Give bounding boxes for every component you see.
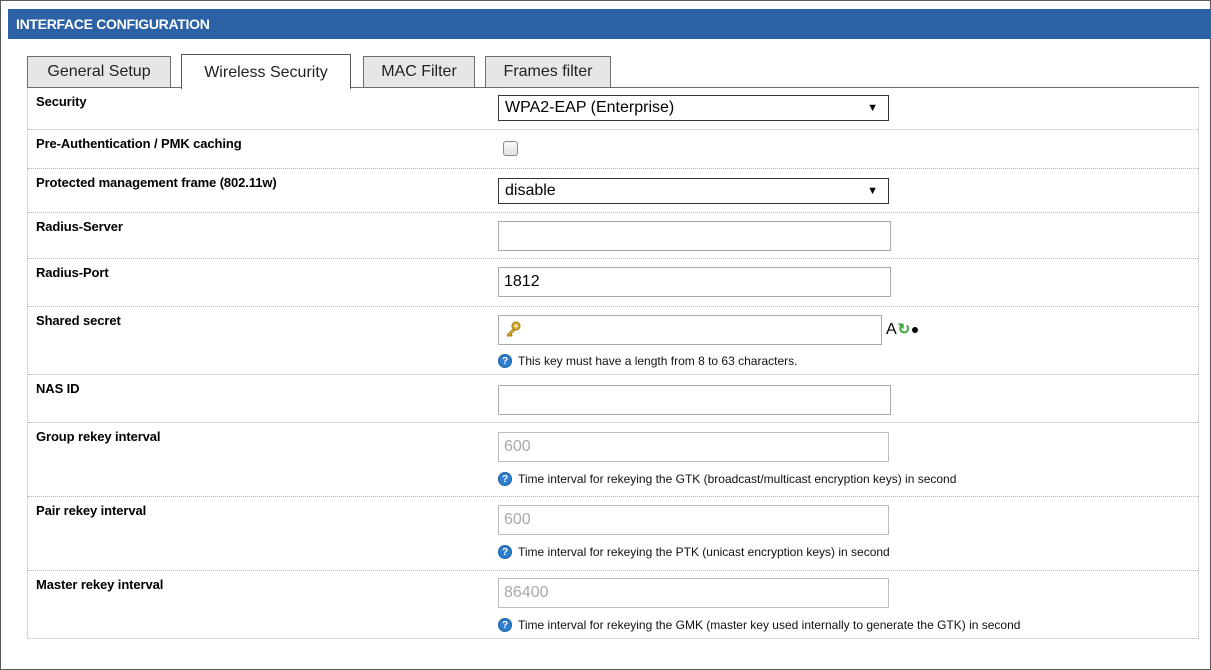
security-select[interactable]: WPA2-EAP (Enterprise) ▼ [498, 95, 889, 121]
security-row: Security WPA2-EAP (Enterprise) ▼ [28, 88, 1198, 130]
master-rekey-label: Master rekey interval [36, 577, 164, 592]
master-rekey-input[interactable]: 86400 [498, 578, 889, 608]
shared-secret-row: Shared secret A↻ ? This key must have a l… [28, 307, 1198, 375]
pair-rekey-help: ? Time interval for rekeying the PTK (uni… [498, 543, 890, 560]
shared-secret-help-text: This key must have a length from 8 to 63… [518, 353, 798, 368]
password-tools: A↻ [886, 315, 919, 345]
tab-mac-filter[interactable]: MAC Filter [363, 56, 475, 88]
preauth-row: Pre-Authentication / PMK caching [28, 130, 1198, 169]
radius-server-input[interactable] [498, 221, 891, 251]
security-label: Security [36, 94, 87, 109]
security-select-value: WPA2-EAP (Enterprise) [505, 99, 675, 116]
pmf-row: Protected management frame (802.11w) dis… [28, 169, 1198, 213]
show-characters-toggle[interactable]: A [886, 321, 897, 338]
question-circle-icon: ? [498, 617, 512, 632]
shared-secret-input[interactable] [498, 315, 882, 345]
question-circle-icon: ? [498, 353, 512, 368]
master-rekey-help-text: Time interval for rekeying the GMK (mast… [518, 617, 1021, 632]
radius-server-row: Radius-Server [28, 213, 1198, 259]
triangle-down-icon: ▼ [867, 102, 878, 114]
master-rekey-row: Master rekey interval 86400 ? Time interv… [28, 571, 1198, 638]
pair-rekey-input[interactable]: 600 [498, 505, 889, 535]
group-rekey-help-text: Time interval for rekeying the GTK (broa… [518, 471, 957, 486]
bullet-icon [912, 327, 919, 334]
group-rekey-help: ? Time interval for rekeying the GTK (bro… [498, 470, 956, 487]
radius-port-label: Radius-Port [36, 265, 109, 280]
radius-port-input[interactable]: 1812 [498, 267, 891, 297]
tab-frames-filter[interactable]: Frames filter [485, 56, 611, 88]
shared-secret-control: A↻ [28, 315, 1198, 345]
tab-general-setup[interactable]: General Setup [27, 56, 171, 88]
question-circle-icon: ? [498, 471, 512, 486]
pmf-select[interactable]: disable ▼ [498, 178, 889, 204]
group-rekey-row: Group rekey interval 600 ? Time interval … [28, 423, 1198, 497]
pmf-label: Protected management frame (802.11w) [36, 175, 277, 190]
nas-id-label: NAS ID [36, 381, 80, 396]
group-rekey-input[interactable]: 600 [498, 432, 889, 462]
question-circle-icon: ? [498, 544, 512, 559]
radius-server-label: Radius-Server [36, 219, 123, 234]
panel-title: INTERFACE CONFIGURATION [8, 9, 1211, 39]
preauth-label: Pre-Authentication / PMK caching [36, 136, 242, 151]
nas-id-row: NAS ID [28, 375, 1198, 423]
refresh-icon[interactable]: ↻ [898, 321, 911, 338]
triangle-down-icon: ▼ [867, 185, 878, 197]
pair-rekey-help-text: Time interval for rekeying the PTK (unic… [518, 544, 890, 559]
master-rekey-help: ? Time interval for rekeying the GMK (mas… [498, 616, 1020, 633]
interface-configuration-panel: INTERFACE CONFIGURATION General Setup Wi… [0, 0, 1211, 670]
wireless-security-form: Security WPA2-EAP (Enterprise) ▼ Pre-Aut… [27, 88, 1199, 639]
radius-port-row: Radius-Port 1812 [28, 259, 1198, 307]
group-rekey-label: Group rekey interval [36, 429, 161, 444]
key-icon [506, 321, 521, 338]
pair-rekey-label: Pair rekey interval [36, 503, 147, 518]
pair-rekey-row: Pair rekey interval 600 ? Time interval f… [28, 497, 1198, 571]
pmf-select-value: disable [505, 182, 556, 199]
preauth-checkbox[interactable] [503, 141, 518, 156]
nas-id-input[interactable] [498, 385, 891, 415]
shared-secret-help: ? This key must have a length from 8 to 6… [498, 352, 797, 369]
tab-wireless-security[interactable]: Wireless Security [181, 54, 351, 89]
